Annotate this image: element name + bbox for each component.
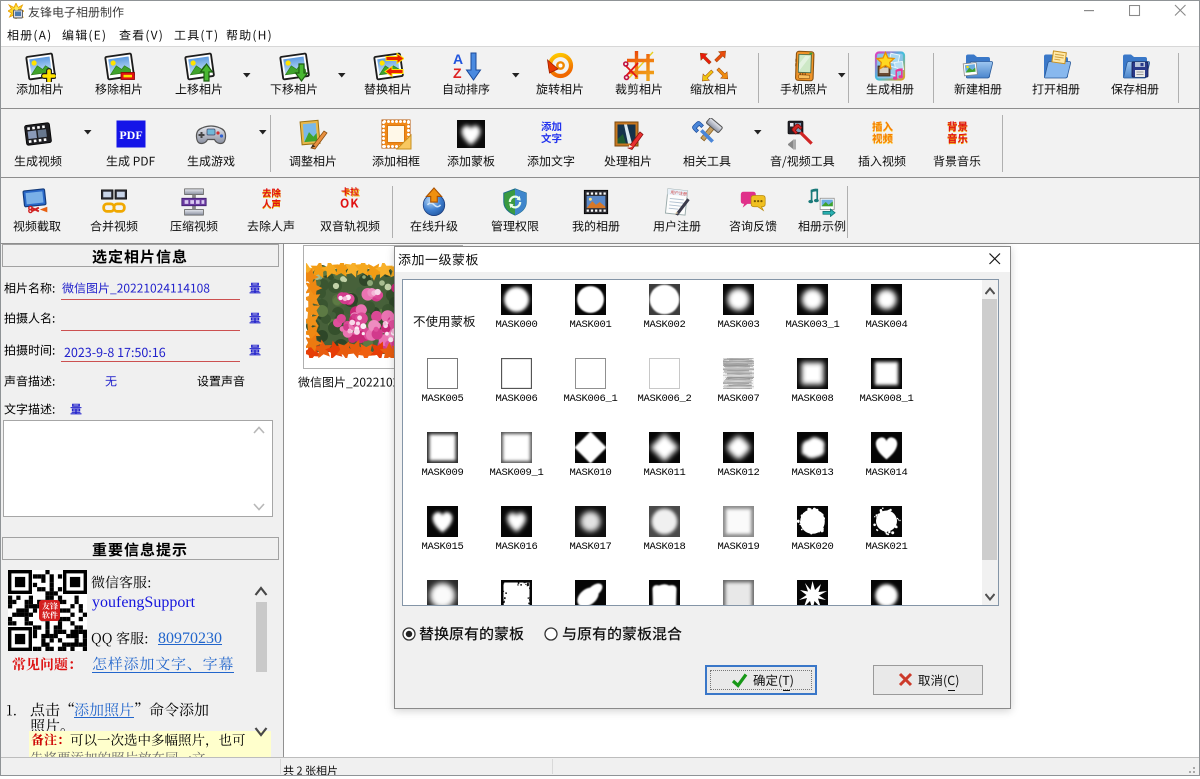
svg-text:PDF: PDF xyxy=(119,128,142,142)
svg-text:Z: Z xyxy=(453,65,462,81)
